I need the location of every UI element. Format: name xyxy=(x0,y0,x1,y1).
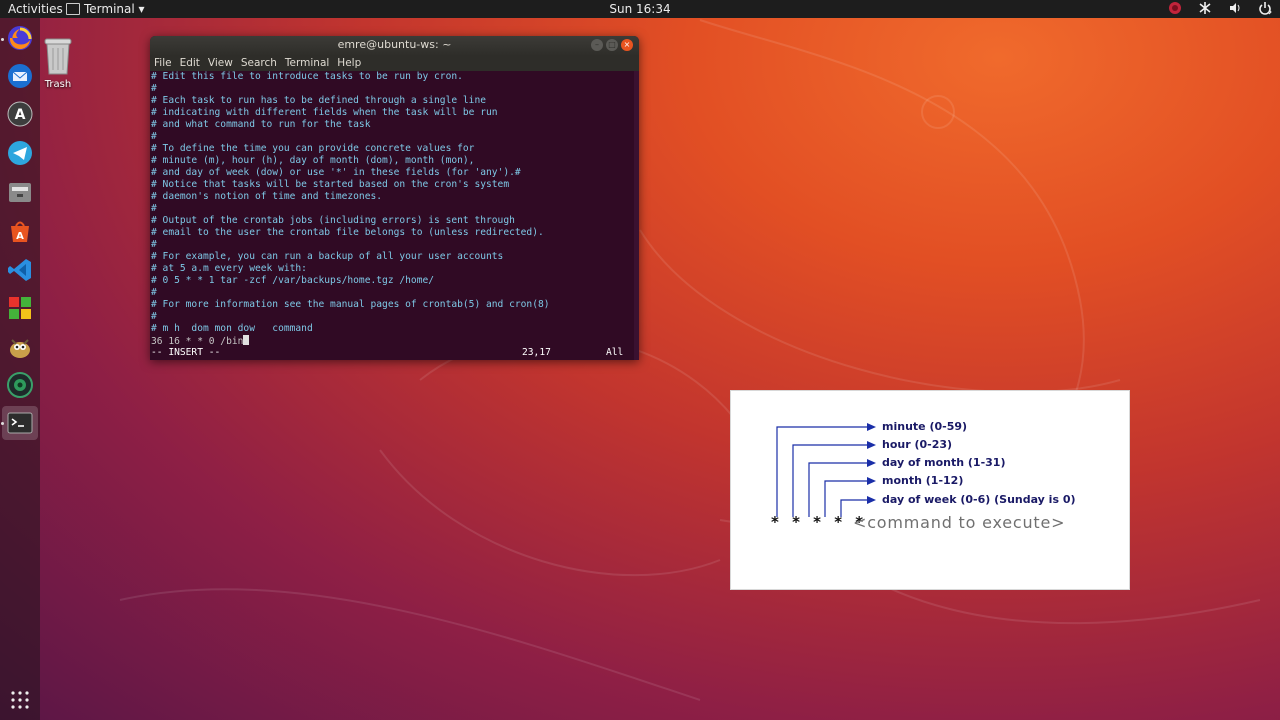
menu-search[interactable]: Search xyxy=(241,56,277,71)
vscode-icon[interactable] xyxy=(6,256,34,284)
field-month-label: month (1-12) xyxy=(882,474,964,487)
gimp-icon[interactable] xyxy=(6,333,34,361)
firefox-icon[interactable] xyxy=(6,24,34,52)
terminal-line: # Each task to run has to be defined thr… xyxy=(151,95,487,106)
svg-text:A: A xyxy=(15,107,26,123)
volume-icon[interactable] xyxy=(1228,1,1242,15)
terminal-line: # xyxy=(151,239,157,250)
running-indicator xyxy=(1,38,4,41)
terminal-line: # xyxy=(151,83,157,94)
edit-line-text: 36 16 * * 0 /bin xyxy=(151,336,244,347)
close-button[interactable]: × xyxy=(621,39,633,51)
command-placeholder: <command to execute> xyxy=(853,513,1066,532)
field-day-of-month-label: day of month (1-31) xyxy=(882,456,1006,469)
trash-icon xyxy=(44,38,72,75)
terminal-window[interactable]: emre@ubuntu-ws: ~ – □ × File Edit View S… xyxy=(150,36,639,360)
window-title: emre@ubuntu-ws: ~ xyxy=(337,38,452,51)
terminal-line: # To define the time you can provide con… xyxy=(151,143,475,154)
window-titlebar[interactable]: emre@ubuntu-ws: ~ – □ × xyxy=(150,36,639,56)
menu-bar: File Edit View Search Terminal Help xyxy=(150,56,639,71)
terminal-line: # xyxy=(151,131,157,142)
maximize-button[interactable]: □ xyxy=(606,39,618,51)
terminal-line: # daemon's notion of time and timezones. xyxy=(151,191,383,202)
terminal-line: # xyxy=(151,203,157,214)
terminal-line: # minute (m), hour (h), day of month (do… xyxy=(151,155,475,166)
minimize-button[interactable]: – xyxy=(591,39,603,51)
terminal-line: # xyxy=(151,311,157,322)
browser-globe-icon[interactable] xyxy=(6,371,34,399)
recording-icon[interactable] xyxy=(1168,1,1182,15)
cron-syntax-diagram: minute (0-59) hour (0-23) day of month (… xyxy=(730,390,1130,590)
terminal-line: # Notice that tasks will be started base… xyxy=(151,179,510,190)
network-icon[interactable] xyxy=(1198,1,1212,15)
show-applications-icon[interactable] xyxy=(10,690,30,710)
trash-desktop-icon[interactable] xyxy=(42,36,74,80)
top-bar: Activities Terminal ▾ Sun 16:34 xyxy=(0,0,1280,18)
terminal-line: # xyxy=(151,287,157,298)
dock: A A xyxy=(0,18,40,720)
cursor-position: 23,17 xyxy=(522,347,551,358)
menu-edit[interactable]: Edit xyxy=(180,56,200,71)
field-hour-label: hour (0-23) xyxy=(882,438,953,451)
terminal-line: # and what command to run for the task xyxy=(151,119,371,130)
text-cursor xyxy=(243,335,250,345)
menu-terminal[interactable]: Terminal xyxy=(285,56,329,71)
terminal-content[interactable]: # Edit this file to introduce tasks to b… xyxy=(150,71,639,360)
menu-help[interactable]: Help xyxy=(337,56,361,71)
menu-view[interactable]: View xyxy=(208,56,233,71)
edit-line[interactable]: 36 16 * * 0 /bin xyxy=(151,335,250,347)
ubuntu-software-icon[interactable]: A xyxy=(6,217,34,245)
terminal-line: # For more information see the manual pa… xyxy=(151,299,550,310)
blocks-game-icon[interactable] xyxy=(6,294,34,322)
terminal-line: # at 5 a.m every week with: xyxy=(151,263,307,274)
terminal-line: # 0 5 * * 1 tar -zcf /var/backups/home.t… xyxy=(151,275,435,286)
terminal-line: # Output of the crontab jobs (including … xyxy=(151,215,515,226)
vim-mode-indicator: -- INSERT -- xyxy=(151,347,221,358)
running-indicator xyxy=(1,422,4,425)
terminal-line: # and day of week (dow) or use '*' in th… xyxy=(151,167,521,178)
thunderbird-icon[interactable] xyxy=(6,62,34,90)
terminal-scrollbar[interactable] xyxy=(634,71,639,360)
menu-file[interactable]: File xyxy=(154,56,172,71)
svg-text:A: A xyxy=(16,231,24,242)
terminal-icon[interactable] xyxy=(6,409,34,437)
terminal-line: # m h dom mon dow command xyxy=(151,323,313,334)
clock[interactable]: Sun 16:34 xyxy=(0,2,1280,16)
scroll-indicator: All xyxy=(606,347,624,358)
power-icon[interactable] xyxy=(1258,1,1272,15)
terminal-line: # For example, you can run a backup of a… xyxy=(151,251,504,262)
files-icon[interactable] xyxy=(6,178,34,206)
field-day-of-week-label: day of week (0-6) (Sunday is 0) xyxy=(882,493,1076,506)
software-updater-icon[interactable]: A xyxy=(6,100,34,128)
terminal-line: # Edit this file to introduce tasks to b… xyxy=(151,71,463,82)
terminal-line: # email to the user the crontab file bel… xyxy=(151,227,544,238)
terminal-line: # indicating with different fields when … xyxy=(151,107,498,118)
system-tray[interactable] xyxy=(1168,1,1272,15)
field-minute-label: minute (0-59) xyxy=(882,420,968,433)
telegram-icon[interactable] xyxy=(6,139,34,167)
trash-label: Trash xyxy=(44,79,72,90)
